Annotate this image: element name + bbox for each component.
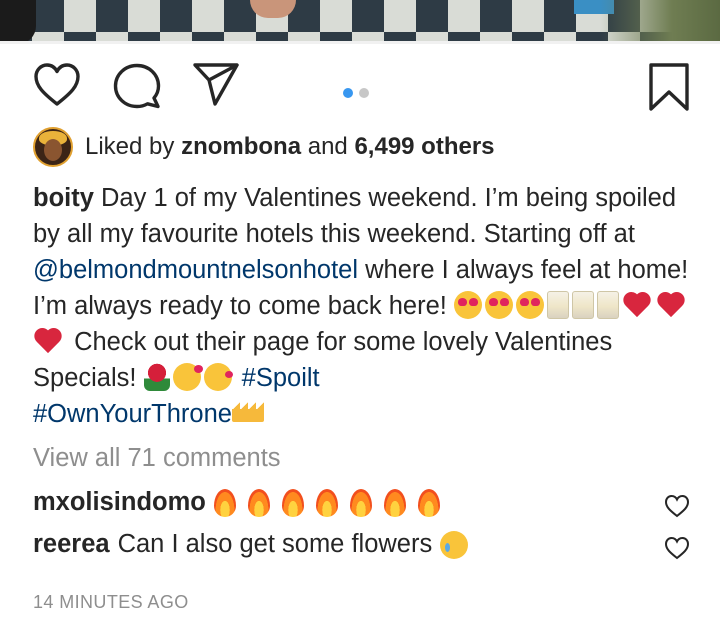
comment-button[interactable] bbox=[113, 62, 161, 110]
comment-username[interactable]: mxolisindomo bbox=[33, 488, 206, 517]
champagne-emoji-icon bbox=[571, 291, 594, 319]
post-action-bar bbox=[0, 62, 720, 118]
post-timestamp: 14 MINUTES AGO bbox=[33, 592, 189, 612]
crying-emoji-icon bbox=[440, 530, 469, 559]
save-button[interactable] bbox=[648, 62, 690, 112]
comment-like-button[interactable] bbox=[664, 494, 690, 523]
kiss-emoji-icon bbox=[203, 363, 233, 391]
speech-bubble-icon bbox=[113, 63, 161, 109]
likes-middle: and bbox=[301, 133, 355, 160]
comment-username[interactable]: reerea bbox=[33, 530, 110, 559]
heart-eyes-emoji-icon bbox=[515, 291, 544, 319]
comment-row: mxolisindomo bbox=[33, 488, 443, 517]
photo-dark-corner bbox=[0, 0, 36, 44]
likes-prefix: Liked by bbox=[85, 133, 182, 160]
rose-emoji-icon bbox=[143, 363, 170, 391]
fire-emoji-icon bbox=[281, 488, 304, 517]
post-caption: boity Day 1 of my Valentines weekend. I’… bbox=[33, 180, 693, 432]
fire-emoji-icon bbox=[247, 488, 270, 517]
champagne-emoji-icon bbox=[546, 291, 569, 319]
comment-text: Can I also get some flowers bbox=[117, 530, 433, 558]
fire-emoji-icon bbox=[213, 488, 236, 517]
caption-text: Day 1 of my Valentines weekend. I’m bein… bbox=[33, 184, 677, 248]
fire-emoji-icon bbox=[417, 488, 440, 517]
caption-hashtag[interactable]: #OwnYourThrone bbox=[33, 400, 232, 428]
photo-plant bbox=[600, 0, 720, 44]
red-heart-emoji-icon bbox=[33, 329, 63, 355]
carousel-dot-active bbox=[343, 88, 353, 98]
likes-summary[interactable]: Liked by znombona and 6,499 others bbox=[33, 127, 495, 167]
fire-emoji-icon bbox=[383, 488, 406, 517]
bookmark-outline-icon bbox=[649, 63, 689, 111]
comment-like-button[interactable] bbox=[664, 536, 690, 565]
caption-hashtag[interactable]: #Spoilt bbox=[242, 364, 320, 392]
red-heart-emoji-icon bbox=[622, 293, 652, 319]
crown-emoji-icon bbox=[231, 402, 264, 422]
fire-emoji-icon bbox=[315, 488, 338, 517]
post-photo-bottom-edge[interactable] bbox=[0, 0, 720, 44]
comment-row: reerea Can I also get some flowers bbox=[33, 530, 471, 559]
heart-outline-icon bbox=[664, 536, 690, 560]
caption-text: Check out their page for some lovely Val… bbox=[33, 328, 613, 392]
red-heart-emoji-icon bbox=[656, 293, 686, 319]
liked-by-user[interactable]: znombona bbox=[181, 133, 301, 161]
avatar[interactable] bbox=[33, 127, 73, 167]
heart-eyes-emoji-icon bbox=[453, 291, 482, 319]
caption-username[interactable]: boity bbox=[33, 184, 94, 212]
caption-mention[interactable]: @belmondmountnelsonhotel bbox=[33, 256, 358, 284]
carousel-indicator bbox=[343, 85, 375, 103]
paper-plane-icon bbox=[193, 63, 239, 106]
photo-divider bbox=[0, 41, 720, 44]
smiling-hearts-emoji-icon bbox=[172, 363, 203, 391]
photo-feet bbox=[250, 0, 296, 18]
likes-others-count[interactable]: 6,499 others bbox=[354, 133, 494, 161]
heart-eyes-emoji-icon bbox=[484, 291, 513, 319]
like-button[interactable] bbox=[33, 62, 81, 108]
share-button[interactable] bbox=[192, 62, 240, 108]
champagne-emoji-icon bbox=[596, 291, 619, 319]
heart-outline-icon bbox=[664, 494, 690, 518]
view-all-comments-link[interactable]: View all 71 comments bbox=[33, 444, 281, 473]
heart-outline-icon bbox=[34, 63, 80, 106]
fire-emoji-icon bbox=[349, 488, 372, 517]
carousel-dot bbox=[359, 88, 369, 98]
